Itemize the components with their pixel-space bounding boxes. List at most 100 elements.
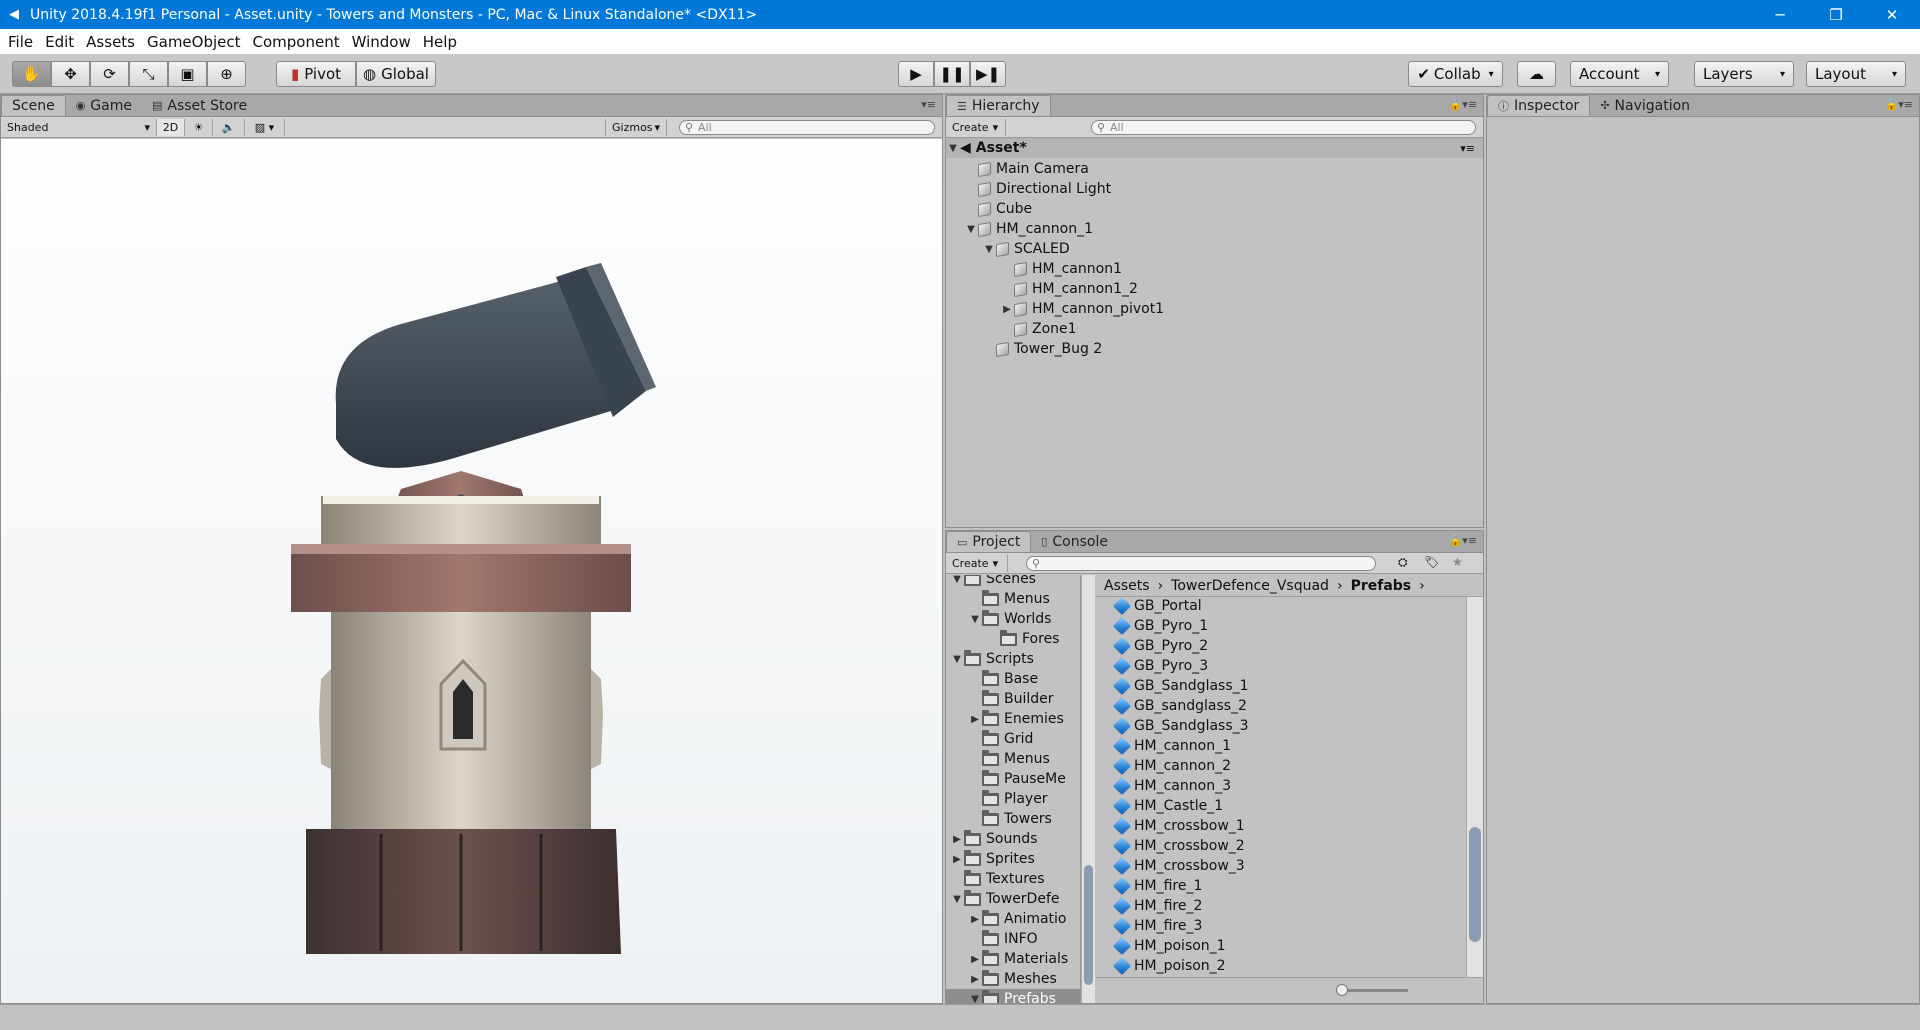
hierarchy-item[interactable]: Zone1 — [1000, 319, 1077, 339]
expand-arrow-icon[interactable]: ▶ — [950, 834, 964, 845]
panel-menu-icon[interactable]: ▾≡ — [921, 98, 936, 111]
project-folder-item[interactable]: ▶ Materials — [968, 949, 1080, 969]
project-folder-item[interactable]: ▼ Scenes — [950, 575, 1080, 589]
tab-navigation[interactable]: ✣ Navigation — [1590, 95, 1700, 116]
prefab-item[interactable]: HM_crossbow_2 — [1112, 836, 1245, 856]
expand-arrow-icon[interactable]: ▼ — [946, 143, 960, 154]
inspector-lock-icon[interactable]: 🔒▾≡ — [1885, 98, 1913, 111]
hierarchy-item[interactable]: Tower_Bug 2 — [982, 339, 1102, 359]
icon-size-slider-handle[interactable] — [1336, 984, 1348, 996]
menu-gameobject[interactable]: GameObject — [141, 33, 247, 51]
prefab-item[interactable]: HM_fire_2 — [1112, 896, 1202, 916]
project-folder-item[interactable]: ▶ Enemies — [968, 709, 1080, 729]
project-folder-item[interactable]: ▼ Scripts — [950, 649, 1080, 669]
expand-arrow-icon[interactable]: ▼ — [968, 994, 982, 1004]
menu-window[interactable]: Window — [346, 33, 417, 51]
lighting-toggle[interactable]: ☀ — [185, 118, 213, 136]
rotate-tool-button[interactable]: ⟳ — [90, 61, 129, 87]
hand-tool-button[interactable]: ✋ — [12, 61, 51, 87]
prefab-item[interactable]: GB_Sandglass_1 — [1112, 676, 1249, 696]
tab-hierarchy[interactable]: ☰ Hierarchy — [946, 95, 1051, 116]
hierarchy-item[interactable]: ▶ HM_cannon_pivot1 — [1000, 299, 1164, 319]
prefab-item[interactable]: HM_cannon_1 — [1112, 736, 1231, 756]
folder-scrollbar[interactable] — [1081, 575, 1095, 1003]
prefab-item[interactable]: HM_poison_2 — [1112, 956, 1226, 976]
expand-arrow-icon[interactable]: ▶ — [1000, 304, 1014, 315]
gizmos-dropdown[interactable]: Gizmos ▾ — [605, 118, 667, 136]
expand-arrow-icon[interactable]: ▼ — [968, 614, 982, 625]
tab-asset-store[interactable]: ▤ Asset Store — [142, 95, 257, 116]
prefab-item[interactable]: GB_Pyro_2 — [1112, 636, 1208, 656]
pause-button[interactable]: ❚❚ — [934, 61, 970, 87]
favorite-star-icon[interactable]: ★ — [1452, 555, 1463, 569]
asset-scrollbar[interactable] — [1466, 597, 1483, 977]
hierarchy-item[interactable]: ▼ SCALED — [982, 239, 1070, 259]
layout-dropdown[interactable]: Layout — [1806, 61, 1906, 87]
project-folder-item[interactable]: ▶ Sprites — [950, 849, 1080, 869]
audio-toggle[interactable]: 🔈 — [213, 118, 245, 136]
tab-game[interactable]: ◉ Game — [66, 95, 142, 116]
breadcrumb-prefabs[interactable]: Prefabs — [1351, 578, 1412, 594]
menu-help[interactable]: Help — [417, 33, 463, 51]
hierarchy-search-input[interactable]: All — [1091, 120, 1476, 135]
hierarchy-item[interactable]: Directional Light — [964, 179, 1111, 199]
effects-dropdown[interactable]: ▨ ▾ — [245, 118, 285, 136]
tab-project[interactable]: ▭ Project — [946, 531, 1032, 552]
prefab-item[interactable]: HM_cannon_3 — [1112, 776, 1231, 796]
expand-arrow-icon[interactable]: ▶ — [968, 714, 982, 725]
hierarchy-item[interactable]: HM_cannon1 — [1000, 259, 1122, 279]
prefab-item[interactable]: HM_cannon_2 — [1112, 756, 1231, 776]
scene-viewport[interactable] — [1, 139, 942, 1003]
project-folder-item[interactable]: ▼ Worlds — [968, 609, 1080, 629]
menu-edit[interactable]: Edit — [39, 33, 80, 51]
project-folder-item[interactable]: Grid — [968, 729, 1080, 749]
cloud-button[interactable]: ☁ — [1517, 61, 1556, 87]
menu-file[interactable]: File — [2, 33, 39, 51]
project-folder-item[interactable]: Base — [968, 669, 1080, 689]
project-folder-item[interactable]: Menus — [968, 749, 1080, 769]
prefab-item[interactable]: HM_crossbow_1 — [1112, 816, 1245, 836]
transform-tool-button[interactable]: ⊕ — [207, 61, 246, 87]
play-button[interactable]: ▶ — [898, 61, 934, 87]
breadcrumb-assets[interactable]: Assets — [1104, 578, 1150, 594]
project-folder-item[interactable]: Menus — [968, 589, 1080, 609]
expand-arrow-icon[interactable]: ▼ — [950, 575, 964, 585]
project-folder-item[interactable]: INFO — [968, 929, 1080, 949]
prefab-item[interactable]: GB_Portal — [1112, 597, 1202, 616]
hierarchy-create-dropdown[interactable]: Create ▾ — [946, 118, 1006, 136]
project-folder-item[interactable]: Player — [968, 789, 1080, 809]
expand-arrow-icon[interactable]: ▶ — [968, 914, 982, 925]
account-dropdown[interactable]: Account — [1570, 61, 1669, 87]
project-folder-item[interactable]: ▼ TowerDefe — [950, 889, 1080, 909]
project-folder-item[interactable]: Textures — [950, 869, 1080, 889]
tab-scene[interactable]: Scene — [1, 95, 66, 116]
prefab-item[interactable]: HM_poison_1 — [1112, 936, 1226, 956]
project-create-dropdown[interactable]: Create ▾ — [946, 554, 1008, 572]
filter-label-icon[interactable]: 🏷 — [1424, 555, 1439, 569]
scene-root-row[interactable]: ▼ ◀ Asset* ▾≡ — [946, 138, 1483, 158]
prefab-item[interactable]: HM_fire_3 — [1112, 916, 1202, 936]
expand-arrow-icon[interactable]: ▼ — [950, 894, 964, 905]
project-folder-item[interactable]: ▶ Animatio — [968, 909, 1080, 929]
expand-arrow-icon[interactable]: ▶ — [968, 954, 982, 965]
prefab-item[interactable]: GB_Sandglass_3 — [1112, 716, 1249, 736]
project-folder-item[interactable]: PauseMe — [968, 769, 1080, 789]
mode-2d-toggle[interactable]: 2D — [157, 118, 185, 136]
expand-arrow-icon[interactable]: ▼ — [982, 244, 996, 255]
minimize-button[interactable]: ─ — [1752, 0, 1808, 29]
expand-arrow-icon[interactable]: ▼ — [950, 654, 964, 665]
prefab-item[interactable]: GB_Pyro_1 — [1112, 616, 1208, 636]
expand-arrow-icon[interactable]: ▶ — [968, 974, 982, 985]
project-search-input[interactable] — [1026, 556, 1376, 571]
maximize-button[interactable]: ❐ — [1808, 0, 1864, 29]
prefab-item[interactable]: GB_sandglass_2 — [1112, 696, 1247, 716]
scene-search-input[interactable]: All — [679, 120, 935, 135]
hierarchy-item[interactable]: ▼ HM_cannon_1 — [964, 219, 1093, 239]
project-folder-item[interactable]: ▼ Prefabs — [946, 989, 1080, 1004]
layers-dropdown[interactable]: Layers — [1694, 61, 1794, 87]
scale-tool-button[interactable]: ⤡ — [129, 61, 168, 87]
move-tool-button[interactable]: ✥ — [51, 61, 90, 87]
menu-component[interactable]: Component — [247, 33, 346, 51]
prefab-item[interactable]: HM_Castle_1 — [1112, 796, 1223, 816]
project-folder-item[interactable]: Towers — [968, 809, 1080, 829]
